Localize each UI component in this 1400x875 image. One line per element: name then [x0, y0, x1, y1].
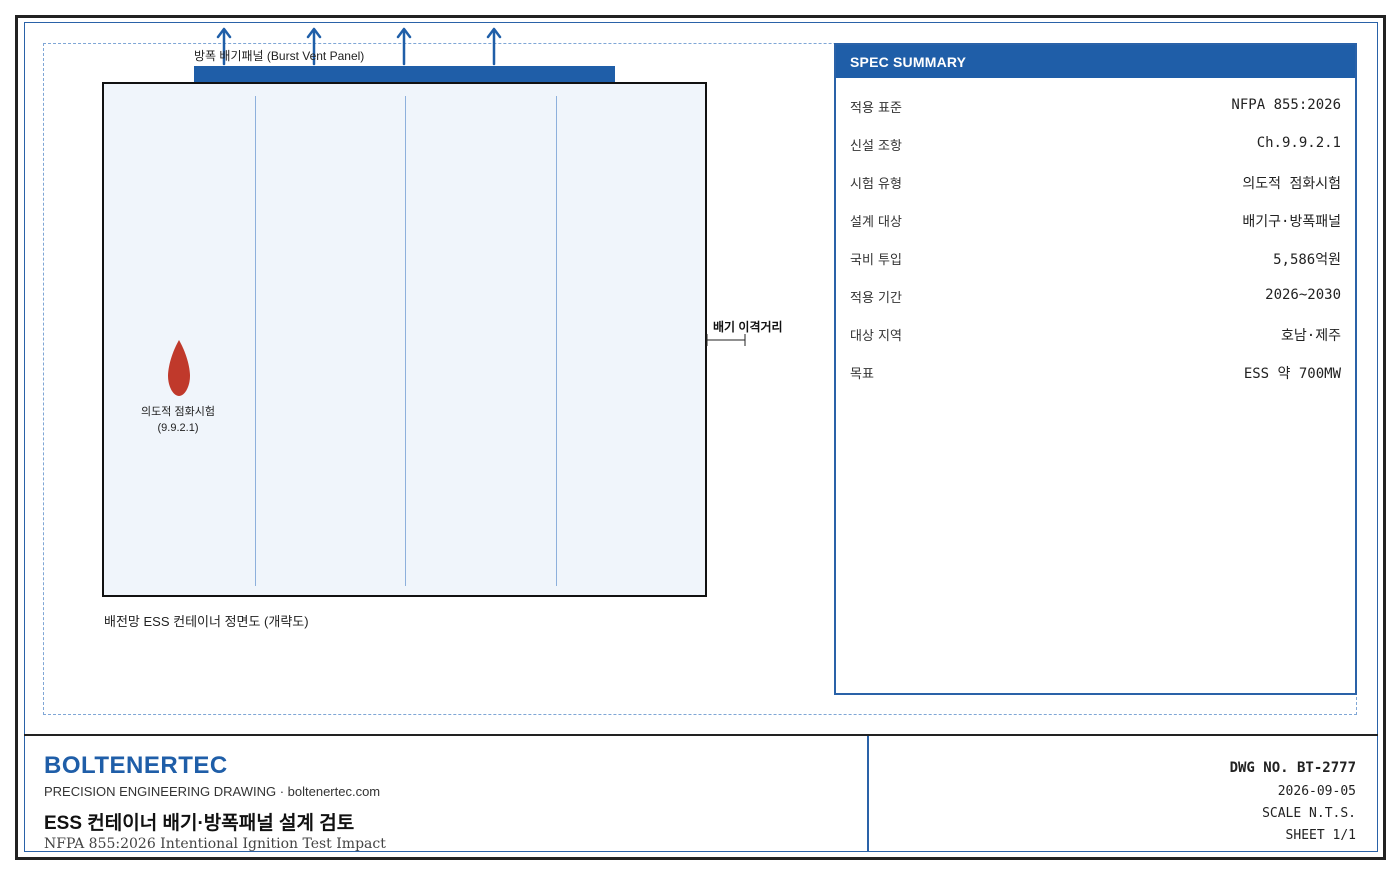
spec-row: 목표 ESS 약 700MW	[836, 349, 1355, 387]
ess-container	[102, 82, 707, 597]
title-block-divider	[24, 734, 1378, 736]
drawing-subtitle: NFPA 855:2026 Intentional Ignition Test …	[44, 836, 386, 851]
spec-value: ESS 약 700MW	[1243, 366, 1341, 382]
spec-value: 의도적 점화시험	[1242, 176, 1341, 192]
spec-row: 시험 유형 의도적 점화시험	[836, 159, 1355, 197]
spec-row: 설계 대상 배기구·방폭패널	[836, 197, 1355, 235]
spec-summary-panel: SPEC SUMMARY 적용 표준 NFPA 855:2026 신설 조항 Ch.…	[834, 43, 1357, 695]
brand-tagline: PRECISION ENGINEERING DRAWING · boltener…	[44, 784, 381, 799]
spec-key: 대상 지역	[850, 329, 902, 344]
vent-arrow-4	[486, 27, 502, 66]
spec-row: 국비 투입 5,586억원	[836, 235, 1355, 273]
spec-key: 목표	[850, 367, 874, 382]
container-divider	[255, 96, 256, 586]
vent-distance-label: 배기 이격거리	[713, 320, 783, 334]
title-block-separator	[867, 736, 869, 852]
spec-key: 시험 유형	[850, 177, 902, 192]
spec-key: 신설 조항	[850, 139, 902, 154]
distance-dimension-line	[706, 334, 746, 346]
drawing-number: DWG NO. BT-2777	[1229, 760, 1356, 776]
spec-key: 설계 대상	[850, 215, 902, 230]
spec-value: 5,586억원	[1273, 252, 1341, 268]
burst-vent-panel	[194, 66, 615, 83]
spec-row: 적용 기간 2026~2030	[836, 273, 1355, 311]
spec-row: 적용 표준 NFPA 855:2026	[836, 83, 1355, 121]
spec-value: 배기구·방폭패널	[1242, 214, 1341, 230]
vent-arrow-3	[396, 27, 412, 66]
spec-value: 2026~2030	[1265, 287, 1341, 303]
spec-value: 호남·제주	[1281, 328, 1341, 344]
drawing-scale: SCALE N.T.S.	[1262, 806, 1356, 821]
drawing-sheet: SHEET 1/1	[1285, 828, 1356, 843]
spec-key: 적용 기간	[850, 291, 902, 306]
container-divider	[556, 96, 557, 586]
spec-value: NFPA 855:2026	[1231, 97, 1341, 113]
spec-key: 적용 표준	[850, 101, 902, 116]
ignition-label-line2: (9.9.2.1)	[157, 422, 199, 434]
vent-panel-label: 방폭 배기패널 (Burst Vent Panel)	[194, 49, 365, 63]
container-divider	[405, 96, 406, 586]
flame-icon	[168, 340, 190, 396]
brand-logo: BOLTENERTEC	[44, 752, 228, 779]
diagram-caption: 배전망 ESS 컨테이너 정면도 (개략도)	[104, 614, 309, 629]
spec-value: Ch.9.9.2.1	[1256, 135, 1341, 151]
spec-row: 신설 조항 Ch.9.9.2.1	[836, 121, 1355, 159]
ignition-label-line1: 의도적 점화시험	[141, 406, 215, 418]
ignition-test-label: 의도적 점화시험 (9.9.2.1)	[118, 404, 238, 436]
spec-summary-title: SPEC SUMMARY	[836, 45, 1355, 78]
spec-key: 국비 투입	[850, 253, 902, 268]
spec-row: 대상 지역 호남·제주	[836, 311, 1355, 349]
drawing-date: 2026-09-05	[1277, 784, 1356, 799]
drawing-title: ESS 컨테이너 배기·방폭패널 설계 검토	[44, 813, 355, 834]
